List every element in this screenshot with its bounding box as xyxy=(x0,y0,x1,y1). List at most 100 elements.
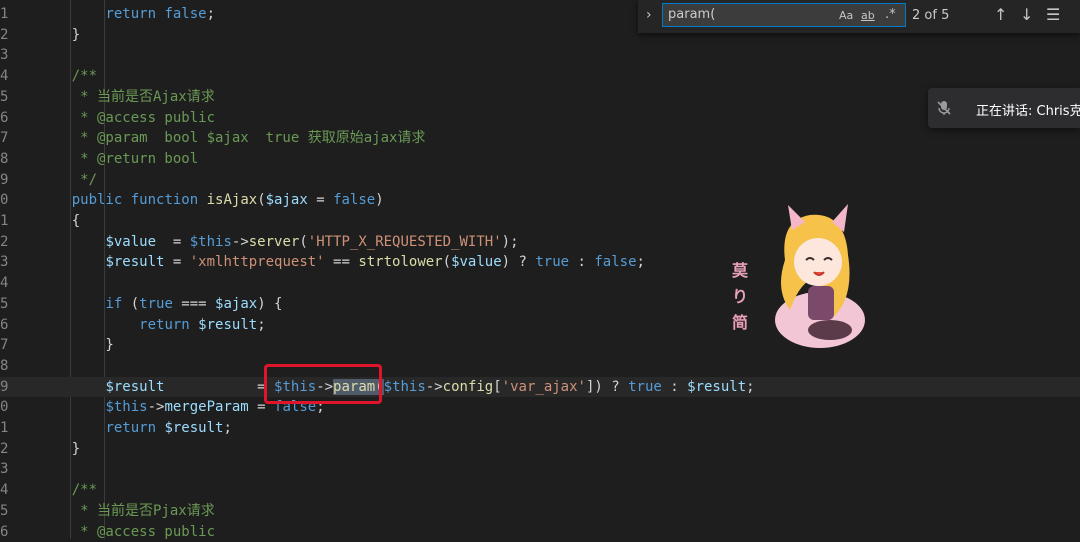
anime-sticker-image: 莫 り 简 xyxy=(730,200,880,350)
code-token: ; xyxy=(637,254,645,270)
code-token: * @param bool $ajax true 获取原始ajax请求 xyxy=(38,130,425,146)
code-text: return false; xyxy=(38,4,215,25)
code-token: /** xyxy=(38,68,97,84)
code-line[interactable]: 9 $result = $this->param($this->config['… xyxy=(0,377,1080,398)
arrow-up-icon[interactable]: ↑ xyxy=(994,5,1007,24)
code-line[interactable]: 4 xyxy=(0,273,1080,294)
code-text: { xyxy=(38,211,80,232)
find-in-selection-icon[interactable]: ☰ xyxy=(1046,5,1060,24)
code-token: === xyxy=(173,296,215,312)
code-token xyxy=(38,420,105,436)
code-token: ]) ? xyxy=(586,379,628,395)
code-token: = xyxy=(156,234,190,250)
line-number: 2 xyxy=(0,25,12,46)
code-line[interactable]: 9 */ xyxy=(0,170,1080,191)
code-token xyxy=(38,254,105,270)
code-token xyxy=(198,192,206,208)
code-token: -> xyxy=(426,379,443,395)
line-number: 4 xyxy=(0,66,12,87)
code-token xyxy=(190,317,198,333)
code-line[interactable]: 7 } xyxy=(0,335,1080,356)
code-text: } xyxy=(38,335,114,356)
code-token: 'xmlhttprequest' xyxy=(190,254,325,270)
find-input-text: param( xyxy=(668,7,715,22)
code-token: } xyxy=(38,27,80,43)
code-line[interactable]: 3 xyxy=(0,459,1080,480)
line-number: 4 xyxy=(0,273,12,294)
chevron-right-icon[interactable]: › xyxy=(646,7,652,23)
code-token: -> xyxy=(148,399,165,415)
code-line[interactable]: 3 $result = 'xmlhttprequest' == strtolow… xyxy=(0,252,1080,273)
code-token: ( xyxy=(257,192,265,208)
code-line[interactable]: 4 /** xyxy=(0,480,1080,501)
code-token: * 当前是否Pjax请求 xyxy=(38,503,215,519)
speaking-text: 正在讲话: Chris克 xyxy=(976,100,1080,119)
code-text: * 当前是否Ajax请求 xyxy=(38,87,215,108)
code-line[interactable]: 5 * 当前是否Ajax请求 xyxy=(0,87,1080,108)
code-token: $ajax xyxy=(266,192,308,208)
code-line[interactable]: 7 * @param bool $ajax true 获取原始ajax请求 xyxy=(0,128,1080,149)
speaking-notification: 正在讲话: Chris克 xyxy=(928,88,1080,128)
code-token: * @return bool xyxy=(38,151,198,167)
code-text: return $result; xyxy=(38,315,266,336)
code-line[interactable]: 8 * @return bool xyxy=(0,149,1080,170)
code-line[interactable]: 2 } xyxy=(0,439,1080,460)
code-token: */ xyxy=(38,172,97,188)
code-text: * @return bool xyxy=(38,149,198,170)
line-number: 6 xyxy=(0,108,12,129)
code-text: * @param bool $ajax true 获取原始ajax请求 xyxy=(38,128,425,149)
code-line[interactable]: 0 $this->mergeParam = false; xyxy=(0,397,1080,418)
find-input[interactable]: param( Aa ab .* xyxy=(662,3,906,27)
code-token xyxy=(38,379,105,395)
code-text: $result = 'xmlhttprequest' == strtolower… xyxy=(38,252,645,273)
code-line[interactable]: 2 $value = $this->server('HTTP_X_REQUEST… xyxy=(0,232,1080,253)
code-text: * @access public xyxy=(38,108,215,129)
code-token: } xyxy=(38,337,114,353)
code-text: public function isAjax($ajax = false) xyxy=(38,190,384,211)
sticker-label: 莫 り 简 xyxy=(732,258,752,336)
arrow-down-icon[interactable]: ↓ xyxy=(1020,5,1033,24)
code-line[interactable]: 1 return $result; xyxy=(0,418,1080,439)
code-text: /** xyxy=(38,66,97,87)
code-token: : xyxy=(662,379,687,395)
line-number: 1 xyxy=(0,211,12,232)
code-line[interactable]: 8 xyxy=(0,356,1080,377)
regex-toggle[interactable]: .* xyxy=(885,7,896,22)
code-token: config xyxy=(443,379,494,395)
whole-word-toggle[interactable]: ab xyxy=(861,9,875,22)
line-number: 0 xyxy=(0,397,12,418)
code-line[interactable]: 3 xyxy=(0,45,1080,66)
code-token: ) ? xyxy=(502,254,536,270)
code-token: [ xyxy=(493,379,501,395)
code-token: isAjax xyxy=(207,192,258,208)
code-line[interactable]: 6 * @access public xyxy=(0,108,1080,129)
code-token xyxy=(122,192,130,208)
line-number: 7 xyxy=(0,335,12,356)
line-number: 5 xyxy=(0,501,12,522)
anime-girl-illustration xyxy=(730,200,880,350)
code-token: $this xyxy=(105,399,147,415)
code-line[interactable]: 6 return $result; xyxy=(0,315,1080,336)
code-token: ; xyxy=(746,379,754,395)
line-number: 3 xyxy=(0,459,12,480)
code-line[interactable]: 0 public function isAjax($ajax = false) xyxy=(0,190,1080,211)
code-token: $value xyxy=(105,234,156,250)
code-token: true xyxy=(139,296,173,312)
match-case-toggle[interactable]: Aa xyxy=(839,9,853,22)
code-token: false xyxy=(333,192,375,208)
code-token: ( xyxy=(299,234,307,250)
line-number: 3 xyxy=(0,252,12,273)
line-number: 7 xyxy=(0,128,12,149)
code-token: /** xyxy=(38,482,97,498)
code-token: public xyxy=(72,192,123,208)
code-token: $result xyxy=(105,379,164,395)
code-line[interactable]: 5 * 当前是否Pjax请求 xyxy=(0,501,1080,522)
line-number: 0 xyxy=(0,190,12,211)
line-number: 4 xyxy=(0,480,12,501)
code-token: * @access public xyxy=(38,524,215,540)
line-number: 9 xyxy=(0,377,12,398)
line-number: 2 xyxy=(0,439,12,460)
code-line[interactable]: 1 { xyxy=(0,211,1080,232)
code-line[interactable]: 5 if (true === $ajax) { xyxy=(0,294,1080,315)
code-line[interactable]: 4 /** xyxy=(0,66,1080,87)
